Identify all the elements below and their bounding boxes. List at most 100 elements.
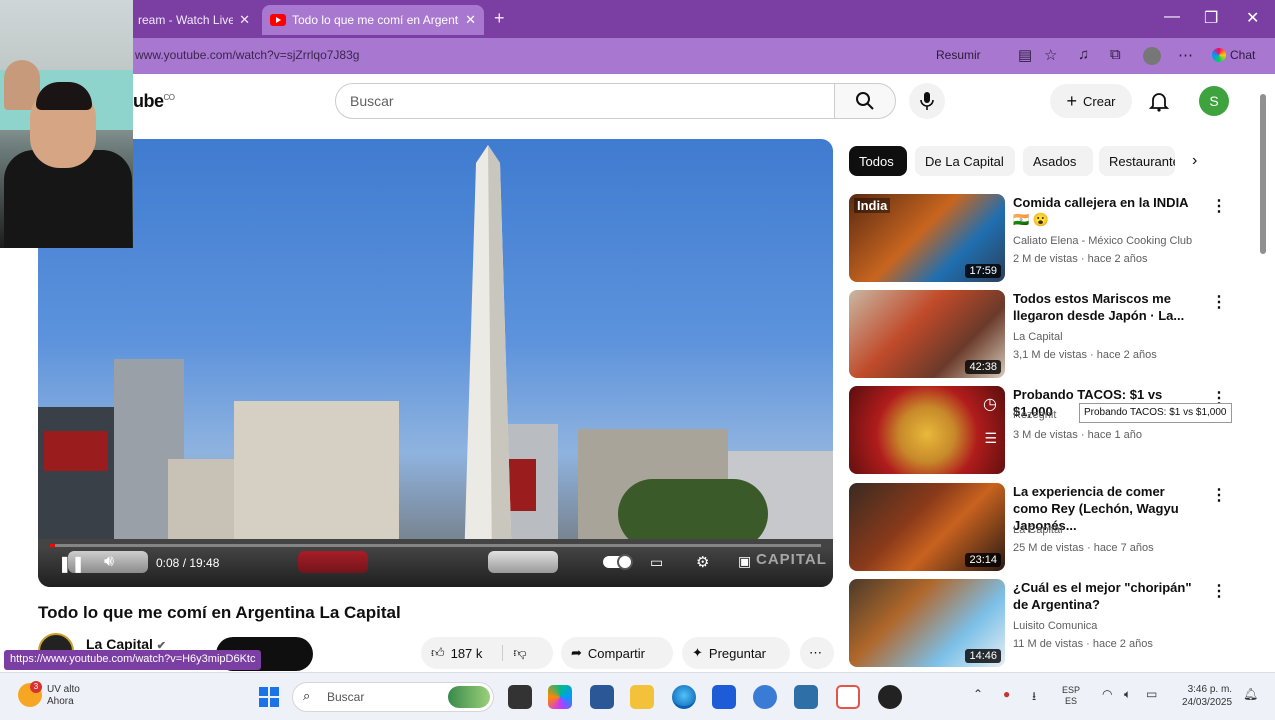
browser-tab-bar: ream - Watch Live o ✕ Todo lo que me com…: [0, 0, 1275, 38]
snipping-tool-icon[interactable]: [836, 685, 860, 709]
video-thumbnail[interactable]: 23:14: [849, 483, 1005, 571]
address-bar: www.youtube.com/watch?v=sjZrrlqo7J83g Re…: [0, 38, 1275, 74]
pause-icon[interactable]: ❚❚: [58, 554, 85, 574]
search-button[interactable]: [834, 83, 896, 119]
recommendation-item[interactable]: ◷ ☰ Probando TACOS: $1 vs $1,000 Rezegni…: [849, 386, 1234, 474]
new-tab-icon[interactable]: +: [494, 8, 505, 29]
battery-icon[interactable]: ▭: [1146, 687, 1157, 701]
store-icon[interactable]: [590, 685, 614, 709]
video-thumbnail[interactable]: ◷ ☰: [849, 386, 1005, 474]
recommendation-channel[interactable]: La Capital: [1013, 524, 1063, 536]
volume-tray-icon[interactable]: 🔈︎: [1124, 687, 1131, 702]
recommendation-channel[interactable]: Caliato Elena - México Cooking Club: [1013, 235, 1192, 247]
wifi-icon[interactable]: ◠: [1102, 687, 1112, 701]
favorite-star-icon[interactable]: ☆: [1044, 46, 1057, 64]
notification-bell-icon[interactable]: 🔔︎: [1243, 687, 1258, 701]
recommendation-channel[interactable]: La Capital: [1013, 331, 1063, 343]
tray-chevron-icon[interactable]: ⌃: [973, 687, 983, 701]
video-thumbnail[interactable]: India 17:59: [849, 194, 1005, 282]
recommendation-item[interactable]: 23:14 La experiencia de comer como Rey (…: [849, 483, 1234, 571]
more-actions-button[interactable]: ⋯: [800, 637, 834, 669]
collections-icon[interactable]: ⧉: [1110, 46, 1121, 63]
chip-asados[interactable]: Asados: [1023, 146, 1093, 176]
windows-start-icon[interactable]: [258, 686, 280, 708]
tray-app-icon[interactable]: ●: [1003, 687, 1010, 701]
chat-label: Chat: [1230, 48, 1256, 62]
more-menu-icon[interactable]: ⋯: [1178, 46, 1193, 64]
recommendation-title[interactable]: ¿Cuál es el mejor "choripán" de Argentin…: [1013, 579, 1203, 613]
duration-badge: 17:59: [965, 264, 1001, 278]
add-to-queue-icon[interactable]: ☰: [984, 430, 997, 447]
autoplay-toggle[interactable]: [603, 554, 633, 570]
recommendation-title[interactable]: Todos estos Mariscos me llegaron desde J…: [1013, 290, 1203, 324]
close-window-icon[interactable]: ✕: [1246, 8, 1259, 28]
system-clock[interactable]: 3:46 p. m. 24/03/2025: [1182, 683, 1232, 709]
create-button[interactable]: + Crear: [1050, 84, 1132, 118]
voice-search-button[interactable]: [909, 83, 945, 119]
video-thumbnail[interactable]: 42:38: [849, 290, 1005, 378]
recommendation-channel[interactable]: Rezegnit: [1013, 409, 1056, 421]
miniplayer-icon[interactable]: ▣: [738, 553, 751, 570]
kebab-menu-icon[interactable]: ⋮: [1211, 581, 1227, 601]
search-icon: [856, 92, 874, 110]
webcam-overlay: [0, 0, 133, 248]
share-button[interactable]: ➦ Compartir: [561, 637, 673, 669]
edge-browser-icon[interactable]: [672, 685, 696, 709]
clock-date: 24/03/2025: [1182, 697, 1233, 708]
copilot-chat-button[interactable]: Chat: [1212, 48, 1255, 62]
recommendation-item[interactable]: 42:38 Todos estos Mariscos me llegaron d…: [849, 290, 1234, 378]
copilot-app-icon[interactable]: [548, 685, 572, 709]
tab-stream[interactable]: ream - Watch Live o ✕: [130, 5, 258, 35]
video-player[interactable]: ❚❚ 🔊︎ 0:08 / 19:48 ▭ ⚙ ▣ CAPITAL: [38, 139, 833, 587]
scrollbar-thumb[interactable]: [1260, 94, 1266, 254]
obs-icon[interactable]: [878, 685, 902, 709]
more-horizontal-icon: ⋯: [809, 645, 822, 660]
recommendation-channel[interactable]: Luisito Comunica: [1013, 620, 1097, 632]
kebab-menu-icon[interactable]: ⋮: [1211, 292, 1227, 312]
settings-gear-icon[interactable]: ⚙: [696, 553, 709, 571]
ask-button[interactable]: ✦ Preguntar: [682, 637, 790, 669]
kebab-menu-icon[interactable]: ⋮: [1211, 196, 1227, 216]
url-field[interactable]: www.youtube.com/watch?v=sjZrrlqo7J83g: [135, 48, 359, 62]
profile-avatar-icon[interactable]: [1143, 47, 1161, 65]
youtube-logo[interactable]: ubeCO: [133, 91, 175, 112]
page-scrollbar[interactable]: [1258, 84, 1268, 672]
recommendation-title[interactable]: Comida callejera en la INDIA 🇮🇳 😮: [1013, 194, 1203, 228]
maximize-icon[interactable]: ❐: [1204, 8, 1218, 28]
dislike-icon[interactable]: 👎︎: [502, 645, 527, 661]
like-count[interactable]: 187 k: [451, 646, 483, 661]
progress-bar[interactable]: [50, 544, 821, 547]
monitor-app-icon[interactable]: [794, 685, 818, 709]
file-explorer-icon[interactable]: [630, 685, 654, 709]
summarize-button[interactable]: Resumir: [936, 48, 981, 62]
music-icon[interactable]: ♫: [1078, 46, 1089, 63]
close-tab-icon[interactable]: ✕: [239, 12, 250, 28]
reader-icon[interactable]: ▤: [1018, 46, 1032, 64]
notifications-bell-icon[interactable]: [1148, 90, 1170, 112]
subtitles-icon[interactable]: ▭: [650, 554, 663, 571]
chip-restaurantes[interactable]: Restaurantes: [1099, 146, 1175, 176]
weather-text[interactable]: UV alto Ahora: [47, 684, 80, 708]
video-thumbnail[interactable]: 14:46: [849, 579, 1005, 667]
close-tab-icon[interactable]: ✕: [465, 12, 476, 28]
recommendation-item[interactable]: 14:46 ¿Cuál es el mejor "choripán" de Ar…: [849, 579, 1234, 667]
account-avatar[interactable]: S: [1199, 86, 1229, 116]
thumb-label: India: [854, 198, 891, 213]
building-classic: [234, 401, 399, 549]
volume-icon[interactable]: 🔊︎: [104, 553, 114, 571]
app-icon[interactable]: [712, 685, 736, 709]
language-indicator[interactable]: ESP ES: [1062, 685, 1080, 707]
like-icon[interactable]: 👍︎: [431, 645, 445, 661]
chevron-right-icon[interactable]: ›: [1192, 152, 1197, 170]
chip-todos[interactable]: Todos: [849, 146, 907, 176]
recommendation-item[interactable]: India 17:59 Comida callejera en la INDIA…: [849, 194, 1234, 282]
tab-youtube-active[interactable]: Todo lo que me comí en Argentina ✕: [262, 5, 484, 35]
watch-later-icon[interactable]: ◷: [983, 394, 997, 414]
app-icon[interactable]: [753, 685, 777, 709]
minimize-icon[interactable]: —: [1164, 8, 1180, 26]
task-view-icon[interactable]: [508, 685, 532, 709]
kebab-menu-icon[interactable]: ⋮: [1211, 485, 1227, 505]
download-icon[interactable]: ⭳: [1032, 687, 1036, 708]
chip-de-la-capital[interactable]: De La Capital: [915, 146, 1015, 176]
search-input[interactable]: Buscar: [335, 83, 835, 119]
